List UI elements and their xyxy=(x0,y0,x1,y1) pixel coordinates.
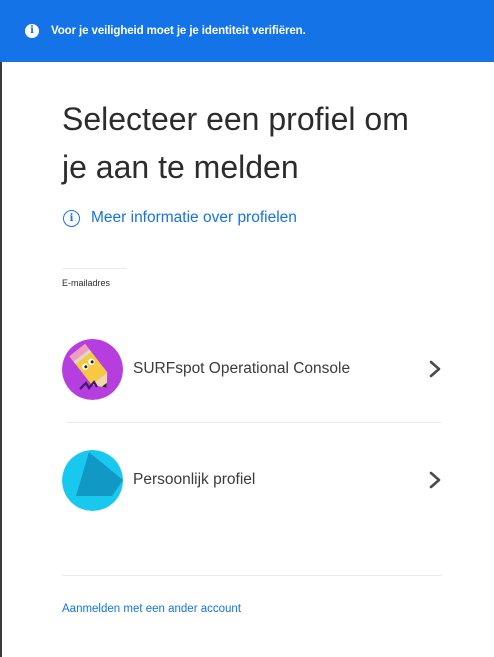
other-account-link[interactable]: Aanmelden met een ander account xyxy=(62,603,241,615)
page-title-line1: Selecteer een profiel om xyxy=(62,101,409,137)
profile-info-link-label: Meer informatie over profielen xyxy=(91,209,297,226)
security-banner: i Voor je veiligheid moet je je identite… xyxy=(0,0,494,62)
info-circle-icon: i xyxy=(63,209,80,227)
profile-name-personal: Persoonlijk profiel xyxy=(133,471,256,488)
email-label: E-mailadres xyxy=(62,278,111,288)
page-title-line2: je aan te melden xyxy=(62,149,299,185)
profile-option-surfspot[interactable]: SURFspot Operational Console xyxy=(62,338,442,400)
chevron-right-icon xyxy=(429,360,441,378)
chevron-right-icon xyxy=(429,471,441,489)
info-icon: i xyxy=(25,24,39,38)
profile-info-link[interactable]: i Meer informatie over profielen xyxy=(63,209,297,227)
window-left-edge xyxy=(0,62,2,657)
banner-text: Voor je veiligheid moet je je identiteit… xyxy=(51,25,306,37)
personal-profile-avatar-icon xyxy=(62,449,123,511)
profile-option-personal[interactable]: Persoonlijk profiel xyxy=(62,449,442,511)
email-value-field xyxy=(62,268,126,269)
divider xyxy=(66,422,442,423)
pencil-avatar-icon xyxy=(62,338,123,400)
divider xyxy=(62,575,442,576)
page-title: Selecteer een profiel om je aan te melde… xyxy=(62,95,462,191)
profile-name-surfspot: SURFspot Operational Console xyxy=(133,360,351,377)
